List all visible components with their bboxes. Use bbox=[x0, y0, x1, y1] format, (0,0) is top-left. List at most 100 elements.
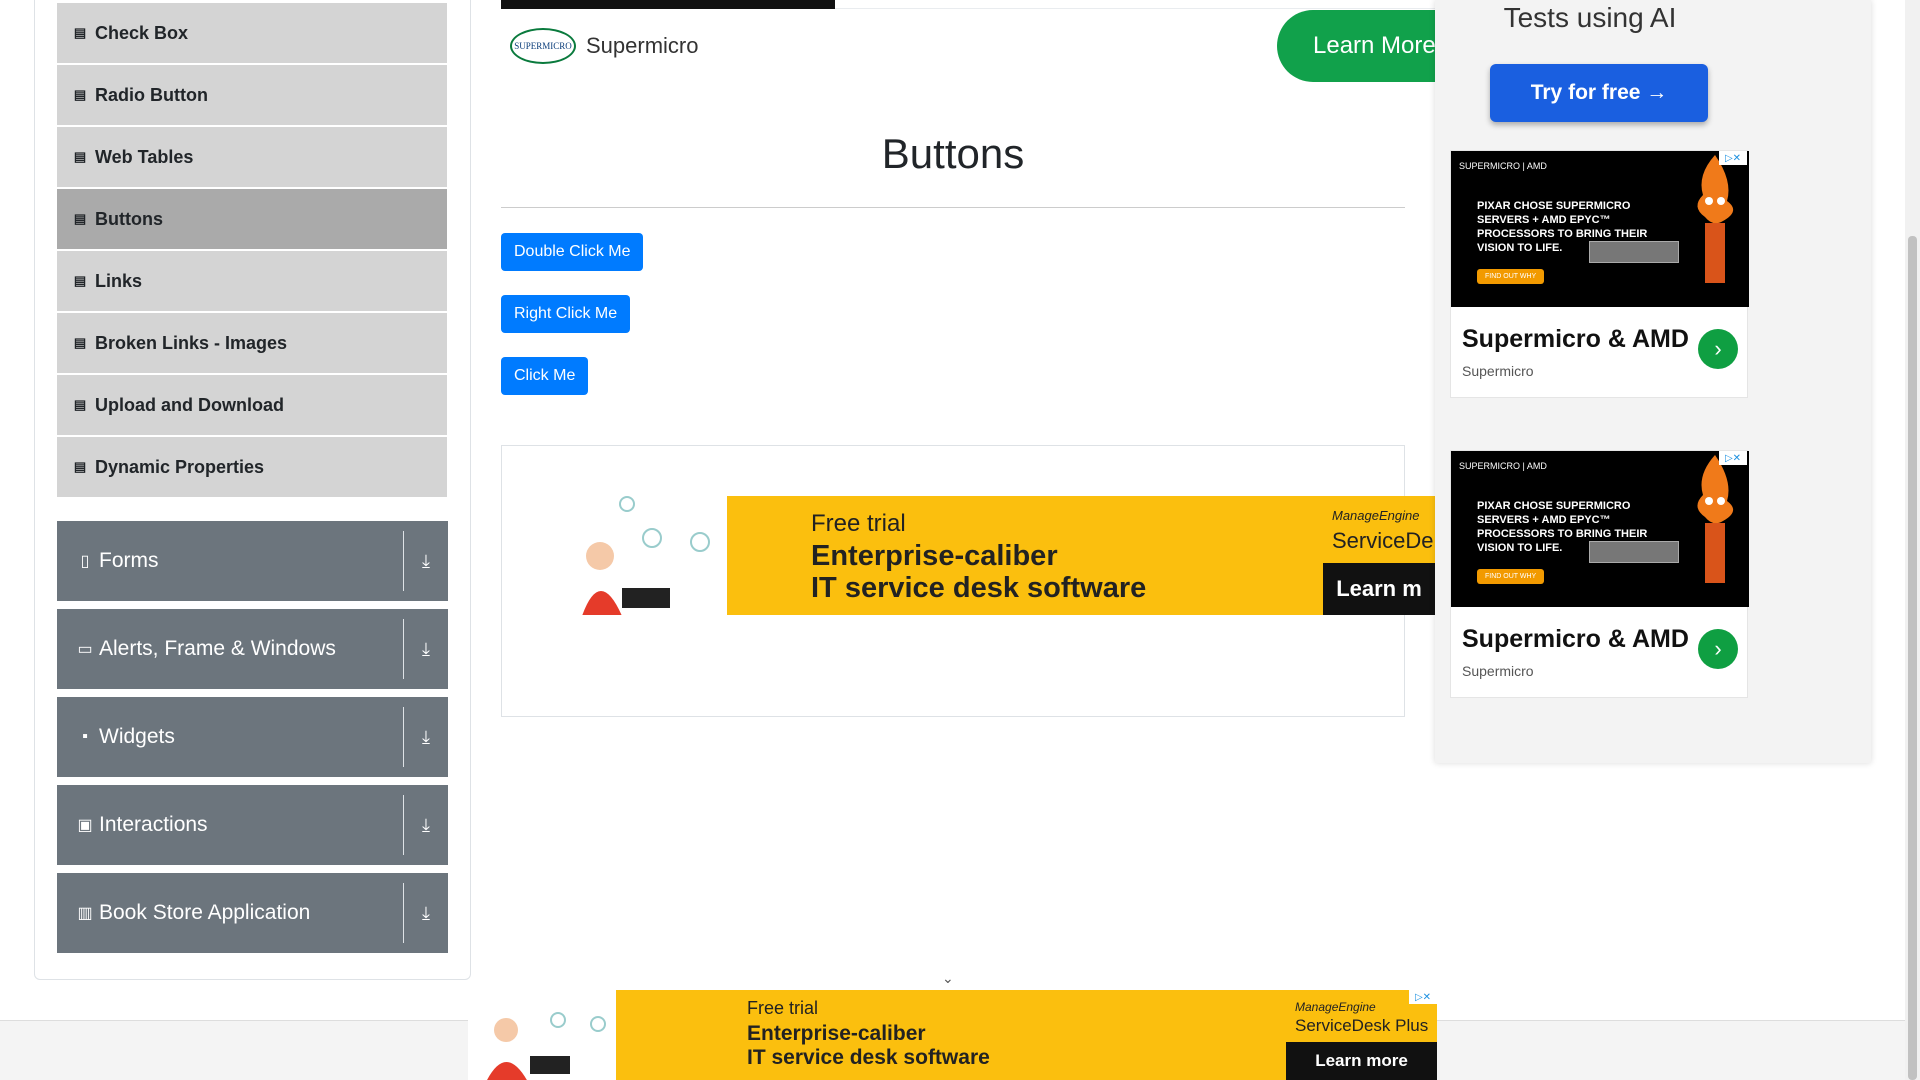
character-illustration bbox=[1697, 455, 1734, 583]
expand-icon[interactable]: ⤓ bbox=[414, 785, 438, 865]
menu-item-broken-links[interactable]: ▤ Broken Links - Images bbox=[57, 313, 447, 375]
group-label: Widgets bbox=[99, 725, 175, 748]
ad-headline-2: IT service desk software bbox=[811, 572, 1147, 604]
list-icon: ▤ bbox=[73, 273, 87, 288]
right-click-button[interactable]: Right Click Me bbox=[501, 295, 631, 333]
ad-brand: SUPERMICRO | AMD bbox=[1459, 161, 1547, 171]
group-alerts-frame-windows[interactable]: ▭ Alerts, Frame & Windows ⤓ bbox=[57, 609, 448, 689]
supermicro-logo: SUPERMICRO bbox=[510, 28, 576, 64]
ad-choices-icon[interactable]: ▷✕ bbox=[1719, 451, 1747, 465]
ad-image-strip bbox=[501, 0, 835, 9]
expand-icon[interactable]: ⤓ bbox=[414, 873, 438, 953]
ad-headline-2: IT service desk software bbox=[747, 1046, 990, 1069]
card-title: Supermicro & AMD bbox=[1462, 325, 1689, 353]
title-divider bbox=[501, 207, 1405, 208]
menu-item-check-box[interactable]: ▤ Check Box bbox=[57, 3, 447, 65]
menu-item-buttons[interactable]: ▤ Buttons bbox=[57, 189, 447, 251]
scrollbar-thumb[interactable] bbox=[1908, 236, 1917, 1080]
bottom-banner-ad[interactable]: Free trial Enterprise-caliber IT service… bbox=[468, 990, 1437, 1080]
chevron-right-icon[interactable]: › bbox=[1698, 329, 1738, 369]
supermicro-ad-brand[interactable]: SUPERMICRO Supermicro bbox=[510, 28, 698, 64]
ad-headline-1: Enterprise-caliber bbox=[747, 1022, 926, 1045]
supermicro-amd-card[interactable]: SUPERMICRO | AMD PIXAR CHOSE SUPERMICRO … bbox=[1450, 450, 1749, 698]
expand-icon[interactable]: ⤓ bbox=[414, 609, 438, 689]
character-illustration bbox=[1697, 155, 1734, 283]
document-icon: ▯ bbox=[80, 553, 90, 570]
chevron-down-icon[interactable]: ⌄ bbox=[942, 970, 954, 987]
ad-choices-icon[interactable]: ▷✕ bbox=[1719, 151, 1747, 165]
top-ad-strip bbox=[501, 0, 1435, 9]
ad-free-trial: Free trial bbox=[747, 998, 819, 1018]
ad-illustration bbox=[468, 990, 616, 1080]
card-title: Supermicro & AMD bbox=[1462, 625, 1689, 653]
group-forms[interactable]: ▯ Forms ⤓ bbox=[57, 521, 448, 601]
ad-learn-button[interactable]: Learn m bbox=[1323, 563, 1435, 615]
group-interactions[interactable]: ▣ Interactions ⤓ bbox=[57, 785, 448, 865]
scrollbar[interactable] bbox=[1905, 0, 1920, 1080]
ad-brand-top: ManageEngine bbox=[1332, 508, 1420, 523]
interactions-icon: ▣ bbox=[77, 817, 93, 834]
ad-free-trial: Free trial bbox=[811, 510, 906, 537]
ad-image: SUPERMICRO | AMD PIXAR CHOSE SUPERMICRO … bbox=[1451, 151, 1749, 307]
books-icon: ▥ bbox=[77, 905, 93, 922]
group-book-store[interactable]: ▥ Book Store Application ⤓ bbox=[57, 873, 448, 953]
right-ad-column: Tests using AI Try for free → SUPERMICRO… bbox=[1435, 0, 1871, 763]
menu-item-dynamic-properties[interactable]: ▤ Dynamic Properties bbox=[57, 437, 447, 499]
find-out-why-button[interactable]: FIND OUT WHY bbox=[1477, 569, 1545, 584]
list-icon: ▤ bbox=[73, 211, 87, 226]
list-icon: ▤ bbox=[73, 87, 87, 102]
ad-choices-icon[interactable]: ▷✕ bbox=[1409, 990, 1437, 1004]
ad-brand: SUPERMICRO | AMD bbox=[1459, 461, 1547, 471]
divider bbox=[403, 883, 404, 943]
elements-menu: ▤ Check Box ▤ Radio Button ▤ Web Tables ▤ Bu… bbox=[57, 3, 447, 499]
ad-brand-top: ManageEngine bbox=[1295, 1000, 1376, 1014]
ad-brand-bottom: ServiceDe bbox=[1332, 528, 1434, 553]
menu-item-links[interactable]: ▤ Links bbox=[57, 251, 447, 313]
group-list: ▯ Forms ⤓ ▭ Alerts, Frame & Windows ⤓ ▪ … bbox=[57, 521, 448, 961]
list-icon: ▤ bbox=[73, 25, 87, 40]
menu-item-label: Buttons bbox=[95, 208, 163, 229]
ad-brand-bottom: ServiceDesk Plus bbox=[1295, 1016, 1429, 1035]
ad-illustration bbox=[552, 496, 727, 615]
main-banner-ad[interactable]: Free trial Enterprise-caliber IT service… bbox=[552, 496, 1435, 615]
click-me-button[interactable]: Click Me bbox=[501, 357, 589, 395]
group-label: Book Store Application bbox=[99, 901, 311, 924]
widgets-icon: ▪ bbox=[82, 728, 88, 745]
card-source: Supermicro bbox=[1462, 363, 1534, 379]
menu-item-web-tables[interactable]: ▤ Web Tables bbox=[57, 127, 447, 189]
supermicro-amd-card[interactable]: SUPERMICRO | AMD PIXAR CHOSE SUPERMICRO … bbox=[1450, 150, 1749, 398]
menu-item-upload-download[interactable]: ▤ Upload and Download bbox=[57, 375, 447, 437]
menu-item-label: Web Tables bbox=[95, 146, 194, 167]
card-source: Supermicro bbox=[1462, 663, 1534, 679]
ad-image: SUPERMICRO | AMD PIXAR CHOSE SUPERMICRO … bbox=[1451, 451, 1749, 607]
server-image bbox=[1589, 541, 1679, 563]
ai-ad-title: Tests using AI bbox=[1503, 2, 1677, 33]
list-icon: ▤ bbox=[73, 459, 87, 474]
expand-icon[interactable]: ⤓ bbox=[414, 521, 438, 601]
left-sidebar: ▤ Check Box ▤ Radio Button ▤ Web Tables ▤ Bu… bbox=[34, 0, 471, 980]
divider bbox=[403, 795, 404, 855]
double-click-button[interactable]: Double Click Me bbox=[501, 233, 644, 271]
try-for-free-button[interactable]: Try for free → bbox=[1490, 64, 1708, 122]
ai-ad-panel: Tests using AI Try for free → bbox=[1435, 0, 1745, 140]
ad-learn-more-button[interactable]: Learn more bbox=[1286, 1042, 1437, 1080]
server-image bbox=[1589, 241, 1679, 263]
ad-headline-1: Enterprise-caliber bbox=[811, 540, 1058, 572]
menu-item-radio-button[interactable]: ▤ Radio Button bbox=[57, 65, 447, 127]
group-label: Forms bbox=[99, 549, 159, 572]
expand-icon[interactable]: ⤓ bbox=[414, 697, 438, 777]
menu-item-label: Links bbox=[95, 270, 143, 291]
divider bbox=[403, 531, 404, 591]
group-label: Alerts, Frame & Windows bbox=[99, 637, 336, 660]
menu-item-label: Radio Button bbox=[95, 84, 208, 105]
list-icon: ▤ bbox=[73, 397, 87, 412]
menu-item-label: Check Box bbox=[95, 22, 189, 43]
menu-item-label: Broken Links - Images bbox=[95, 332, 288, 353]
group-widgets[interactable]: ▪ Widgets ⤓ bbox=[57, 697, 448, 777]
chevron-right-icon[interactable]: › bbox=[1698, 629, 1738, 669]
find-out-why-button[interactable]: FIND OUT WHY bbox=[1477, 269, 1545, 284]
menu-item-label: Upload and Download bbox=[95, 394, 284, 415]
menu-item-label: Dynamic Properties bbox=[95, 456, 265, 477]
window-icon: ▭ bbox=[77, 641, 93, 658]
ad-brand-name: Supermicro bbox=[586, 33, 699, 58]
